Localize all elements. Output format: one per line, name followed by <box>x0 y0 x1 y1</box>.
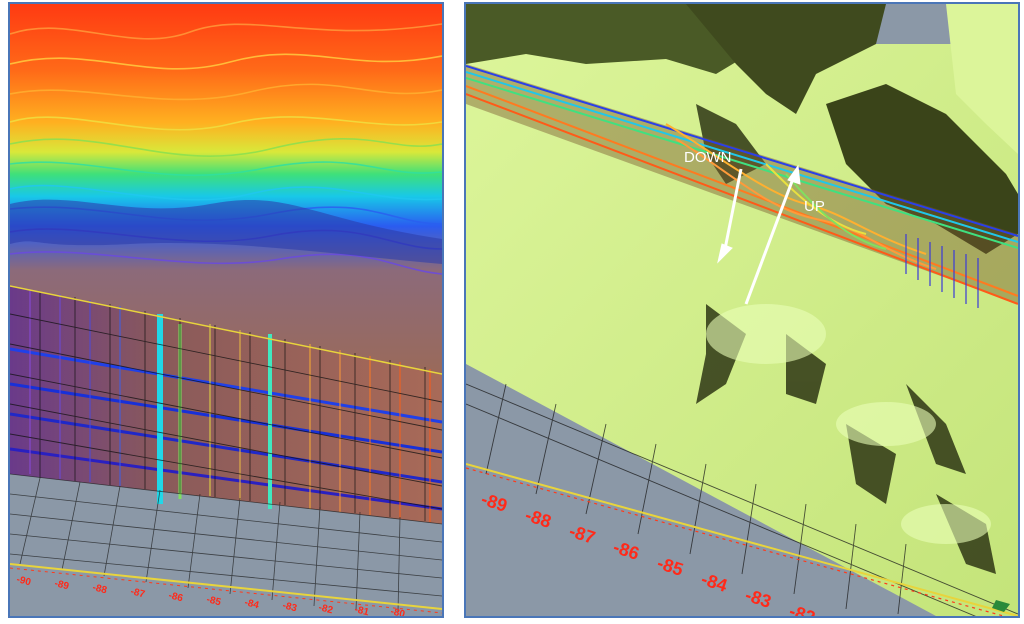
contour-volume-scene: -90 -89 -88 -87 -86 -85 -84 -83 -82 -81 … <box>10 4 442 616</box>
tick-label: -90 <box>15 574 32 588</box>
tick-label: -81 <box>353 604 370 616</box>
left-3d-view[interactable]: -90 -89 -88 -87 -86 -85 -84 -83 -82 -81 … <box>8 2 444 618</box>
axis-line <box>10 563 442 610</box>
down-label: DOWN <box>684 149 732 166</box>
tick-label: -88 <box>91 582 108 596</box>
tick-label: -80 <box>389 606 406 616</box>
tick-label: -83 <box>281 600 298 614</box>
right-3d-view[interactable]: DOWN UP -89 -88 -87 -86 -85 -84 -83 -82 <box>464 2 1020 618</box>
tick-label: -87 <box>129 586 146 600</box>
left-axis-ticks: -90 -89 -88 -87 -86 -85 -84 -83 -82 -81 … <box>15 574 406 616</box>
tick-label: -85 <box>205 594 222 608</box>
tick-label: -89 <box>53 578 70 592</box>
tick-label: -82 <box>317 602 334 616</box>
tick-label: -86 <box>167 590 184 604</box>
terrain-scene: DOWN UP -89 -88 -87 -86 -85 -84 -83 -82 <box>466 4 1018 616</box>
tick-label: -84 <box>243 597 260 611</box>
up-label: UP <box>804 198 825 215</box>
